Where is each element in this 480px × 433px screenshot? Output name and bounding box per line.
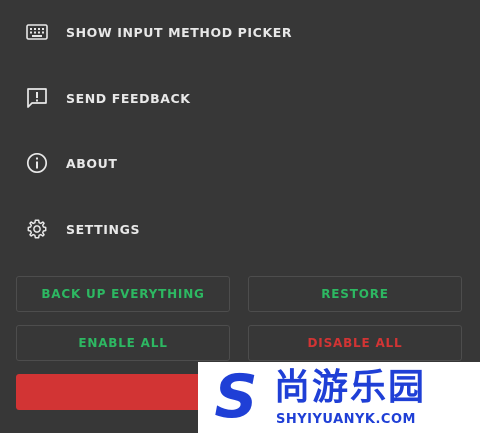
- menu-item-settings[interactable]: SETTINGS: [0, 209, 480, 249]
- watermark-logo: S: [214, 362, 258, 432]
- feedback-icon: [26, 87, 48, 109]
- disable-all-button[interactable]: DISABLE ALL: [248, 325, 462, 361]
- menu-item-label: ABOUT: [66, 155, 118, 171]
- menu-item-send-feedback[interactable]: SEND FEEDBACK: [0, 78, 480, 118]
- menu-item-label: SETTINGS: [66, 221, 141, 237]
- menu-item-show-input-method-picker[interactable]: SHOW INPUT METHOD PICKER: [0, 12, 480, 52]
- menu-item-label: SHOW INPUT METHOD PICKER: [66, 24, 293, 40]
- watermark: S 尚游乐园 SHYIYUANYK.COM: [198, 362, 480, 433]
- menu-item-about[interactable]: ABOUT: [0, 143, 480, 183]
- gear-icon: [26, 218, 48, 240]
- back-up-everything-button[interactable]: BACK UP EVERYTHING: [16, 276, 230, 312]
- enable-all-button[interactable]: ENABLE ALL: [16, 325, 230, 361]
- info-icon: [26, 152, 48, 174]
- restore-button[interactable]: RESTORE: [248, 276, 462, 312]
- watermark-url: SHYIYUANYK.COM: [276, 412, 416, 427]
- keyboard-icon: [26, 21, 48, 43]
- menu-item-label: SEND FEEDBACK: [66, 90, 191, 106]
- watermark-chinese-text: 尚游乐园: [274, 367, 427, 408]
